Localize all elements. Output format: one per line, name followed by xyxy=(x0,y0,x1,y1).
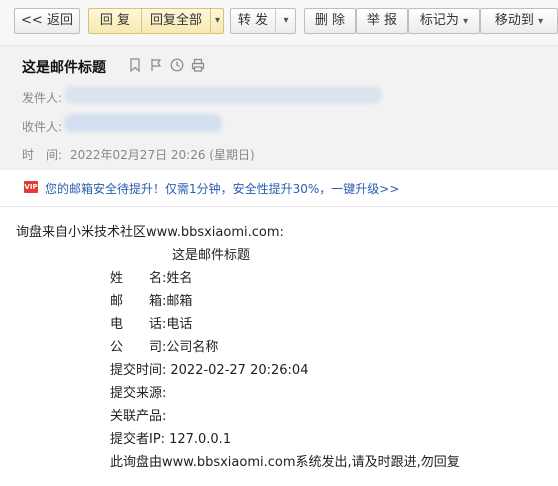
flag-icon[interactable] xyxy=(149,58,163,72)
report-label: 举 报 xyxy=(366,13,398,28)
field-label: 姓 名: xyxy=(110,271,167,286)
field-label: 邮 箱: xyxy=(110,294,167,309)
delete-label: 删 除 xyxy=(314,13,346,28)
field-value: 127.0.0.1 xyxy=(169,432,232,447)
field-value: 公司名称 xyxy=(166,340,219,355)
mark-as-label: 标记为 xyxy=(419,13,459,28)
chevron-down-icon: ▾ xyxy=(463,16,469,27)
back-button[interactable]: << 返回 xyxy=(14,8,80,34)
report-button[interactable]: 举 报 xyxy=(356,8,408,34)
reply-button[interactable]: 回 复 xyxy=(89,9,141,33)
field-value: 2022-02-27 20:26:04 xyxy=(170,363,309,378)
reply-dropdown-icon[interactable]: ▾ xyxy=(211,9,224,33)
field-label: 提交来源: xyxy=(110,386,167,401)
to-label: 收件人: xyxy=(22,120,63,134)
field-value: 邮箱 xyxy=(166,294,193,309)
field-label: 提交者IP: xyxy=(110,432,166,447)
field-row: 关联产品: xyxy=(110,405,166,424)
mail-subject: 这是邮件标题 xyxy=(22,60,106,76)
field-row: 电 话:电话 xyxy=(110,313,192,332)
vip-icon: VIP xyxy=(24,181,38,193)
recipient-redacted xyxy=(64,114,222,132)
upgrade-link[interactable]: 您的邮箱安全待提升！仅需1分钟，安全性提升30%，一键升级>> xyxy=(45,180,399,197)
chevron-down-icon: ▾ xyxy=(538,16,544,27)
field-row: 公 司:公司名称 xyxy=(110,336,218,355)
back-label: << 返回 xyxy=(21,13,73,28)
field-label: 电 话: xyxy=(110,317,167,332)
mark-as-button[interactable]: 标记为 ▾ xyxy=(408,8,480,34)
print-icon[interactable] xyxy=(191,58,205,72)
body-footer: 此询盘由www.bbsxiaomi.com系统发出,请及时跟进,勿回复 xyxy=(110,455,460,470)
sender-redacted xyxy=(64,86,382,104)
reply-group: 回 复 回复全部 ▾ xyxy=(88,8,224,34)
field-row: 提交者IP: 127.0.0.1 xyxy=(110,428,231,447)
move-to-label: 移动到 xyxy=(494,13,534,28)
field-label: 关联产品: xyxy=(110,409,167,424)
field-label: 公 司: xyxy=(110,340,167,355)
field-row: 提交时间: 2022-02-27 20:26:04 xyxy=(110,359,308,378)
field-row: 提交来源: xyxy=(110,382,166,401)
field-label: 提交时间: xyxy=(110,363,167,378)
field-value: 电话 xyxy=(166,317,193,332)
body-intro: 询盘来自小米技术社区www.bbsxiaomi.com: xyxy=(16,225,284,240)
body-title: 这是邮件标题 xyxy=(172,248,251,263)
forward-group: 转 发 ▾ xyxy=(230,8,296,34)
forward-button[interactable]: 转 发 xyxy=(231,9,275,33)
forward-dropdown-icon[interactable]: ▾ xyxy=(275,9,296,33)
move-to-button[interactable]: 移动到 ▾ xyxy=(480,8,558,34)
time-label: 时 间: xyxy=(22,148,63,162)
field-row: 邮 箱:邮箱 xyxy=(110,290,192,309)
clock-icon[interactable] xyxy=(170,58,184,72)
bookmark-icon[interactable] xyxy=(128,58,142,72)
reply-all-button[interactable]: 回复全部 xyxy=(142,9,210,33)
field-row: 姓 名:姓名 xyxy=(110,267,192,286)
from-label: 发件人: xyxy=(22,91,63,105)
delete-button[interactable]: 删 除 xyxy=(304,8,356,34)
time-value: 2022年02月27日 20:26 (星期日) xyxy=(70,148,255,162)
field-value: 姓名 xyxy=(166,271,193,286)
